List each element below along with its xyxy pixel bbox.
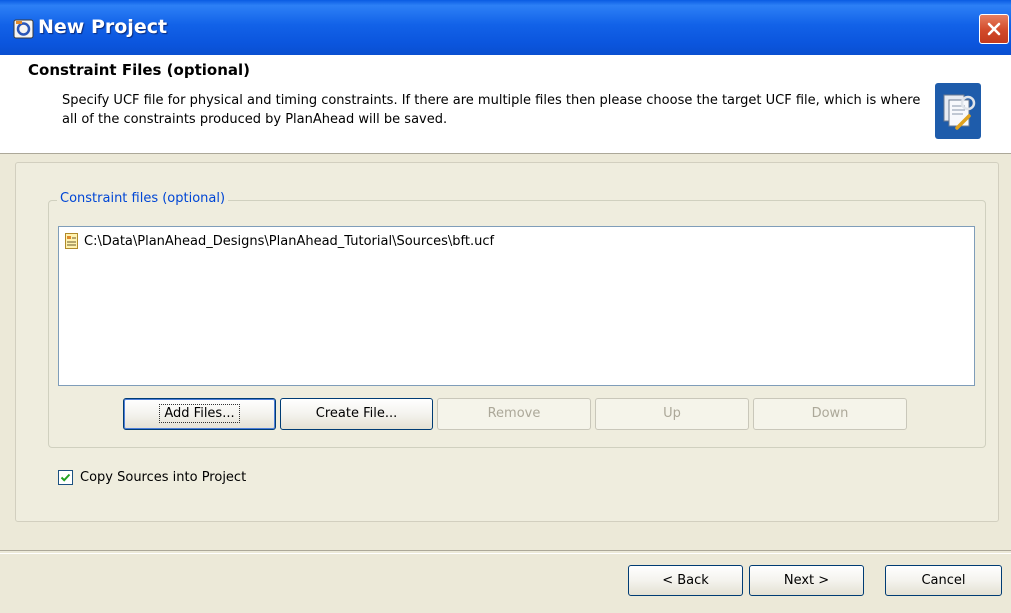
- ucf-file-icon: [65, 233, 78, 249]
- cancel-button[interactable]: Cancel: [885, 565, 1002, 596]
- constraint-file-list[interactable]: C:\Data\PlanAhead_Designs\PlanAhead_Tuto…: [58, 226, 975, 386]
- create-file-button[interactable]: Create File...: [280, 398, 433, 430]
- constraint-wizard-icon: [935, 83, 981, 139]
- page-title: Constraint Files (optional): [28, 61, 250, 79]
- planahead-app-icon: [13, 19, 34, 39]
- add-files-button[interactable]: Add Files...: [123, 398, 276, 430]
- copy-sources-option[interactable]: Copy Sources into Project: [58, 470, 246, 485]
- down-button[interactable]: Down: [753, 398, 907, 430]
- checkmark-icon: [60, 473, 71, 482]
- copy-sources-label: Copy Sources into Project: [80, 470, 247, 485]
- new-project-dialog: New Project Constraint Files (optional) …: [0, 0, 1011, 613]
- title-bar[interactable]: New Project: [0, 0, 1011, 55]
- page-description: Specify UCF file for physical and timing…: [62, 93, 921, 127]
- close-button[interactable]: [979, 14, 1009, 44]
- add-files-label: Add Files...: [159, 404, 240, 423]
- back-button[interactable]: < Back: [628, 565, 743, 596]
- footer-divider: [0, 550, 1011, 554]
- window-title: New Project: [38, 16, 168, 38]
- up-button[interactable]: Up: [595, 398, 749, 430]
- list-item[interactable]: C:\Data\PlanAhead_Designs\PlanAhead_Tuto…: [65, 233, 494, 249]
- copy-sources-checkbox[interactable]: [58, 470, 73, 485]
- group-label: Constraint files (optional): [57, 191, 229, 206]
- header-divider: [0, 153, 1011, 154]
- remove-button[interactable]: Remove: [437, 398, 591, 430]
- file-path: C:\Data\PlanAhead_Designs\PlanAhead_Tuto…: [84, 233, 495, 249]
- next-button[interactable]: Next >: [749, 565, 864, 596]
- close-icon: [987, 22, 1001, 36]
- wizard-header: Constraint Files (optional) Specify UCF …: [0, 55, 1011, 153]
